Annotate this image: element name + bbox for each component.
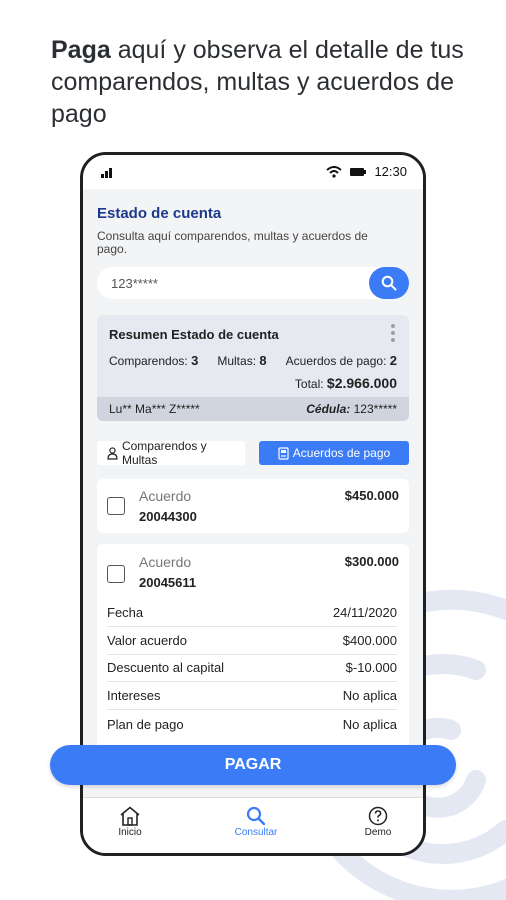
more-vert-icon[interactable] [387, 321, 399, 347]
detail-row: Descuento al capital $-10.000 [107, 655, 397, 683]
detail-row: Fecha 24/11/2020 [107, 599, 397, 627]
tab-acuerdos-label: Acuerdos de pago [292, 446, 391, 460]
search-icon [381, 275, 397, 291]
tab-comparendos-label: Comparendos y Multas [121, 439, 207, 467]
comparendos-count: Comparendos: 3 [109, 353, 199, 368]
agreement-number: 20044300 [139, 509, 197, 524]
status-right: 12:30 [326, 164, 407, 179]
nav-home[interactable]: Inicio [95, 806, 165, 838]
detail-row: Valor acuerdo $400.000 [107, 627, 397, 655]
agreement-label: Acuerdo [139, 488, 192, 504]
page: Paga aquí y observa el detalle de tus co… [0, 0, 506, 900]
agreement-label: Acuerdo [139, 554, 192, 570]
page-title: Estado de cuenta [97, 205, 222, 222]
headline-text: aquí y observa el detalle de tus compare… [51, 36, 464, 128]
pay-button[interactable]: PAGAR [50, 745, 456, 785]
help-icon [368, 806, 388, 826]
nav-consultar-label: Consultar [234, 827, 278, 838]
agreement-card-expanded[interactable]: Acuerdo 20045611 $300.000 Fecha 24/11/202… [97, 544, 409, 764]
status-time: 12:30 [374, 164, 407, 179]
document-icon [278, 446, 289, 460]
nav-home-label: Inicio [118, 827, 142, 838]
headline-bold: Paga [51, 36, 111, 64]
home-icon [120, 806, 140, 826]
tabs: Comparendos y Multas Acuerdos de pago [97, 439, 409, 467]
agreement-amount: $300.000 [344, 554, 399, 569]
search-input[interactable]: 123***** [111, 276, 158, 291]
owner-cedula: Cédula: 123***** [306, 402, 397, 416]
summary-total: Total: $2.966.000 [294, 375, 397, 391]
tab-comparendos[interactable]: Comparendos y Multas [97, 439, 245, 467]
agreement-checkbox[interactable] [107, 497, 125, 515]
headline: Paga aquí y observa el detalle de tus co… [51, 34, 471, 130]
status-bar: 12:30 [83, 155, 423, 189]
battery-icon [350, 167, 367, 176]
wifi-icon [326, 165, 343, 178]
account-summary: Resumen Estado de cuenta Comparendos: 3 … [97, 315, 409, 421]
search-bar: 123***** [97, 267, 409, 299]
detail-row: Plan de pago No aplica [107, 716, 397, 732]
summary-title: Resumen Estado de cuenta [109, 327, 279, 342]
signal-icon [101, 168, 112, 178]
nav-demo[interactable]: Demo [343, 806, 413, 838]
nav-demo-label: Demo [364, 827, 392, 838]
multas-count: Multas: 8 [217, 353, 267, 368]
nav-consultar[interactable]: Consultar [221, 806, 291, 838]
summary-owner: Lu** Ma*** Z***** Cédula: 123***** [97, 397, 409, 421]
owner-name: Lu** Ma*** Z***** [109, 402, 200, 416]
search-icon [246, 806, 266, 826]
person-badge-icon [107, 446, 118, 460]
agreement-details: Fecha 24/11/2020 Valor acuerdo $400.000 De… [107, 599, 397, 738]
agreement-card[interactable]: Acuerdo 20044300 $450.000 [97, 479, 409, 533]
agreement-amount: $450.000 [344, 488, 399, 503]
search-button[interactable] [369, 267, 409, 299]
tab-acuerdos[interactable]: Acuerdos de pago [259, 441, 409, 465]
bottom-nav: Inicio Consultar Demo [83, 797, 423, 853]
agreement-checkbox[interactable] [107, 565, 125, 583]
agreement-number: 20045611 [139, 575, 197, 590]
acuerdos-count: Acuerdos de pago: 2 [285, 353, 397, 368]
summary-counts: Comparendos: 3 Multas: 8 Acuerdos de pag… [109, 353, 397, 368]
page-subtitle: Consulta aquí comparendos, multas y acue… [97, 229, 368, 256]
detail-row: Intereses No aplica [107, 682, 397, 711]
